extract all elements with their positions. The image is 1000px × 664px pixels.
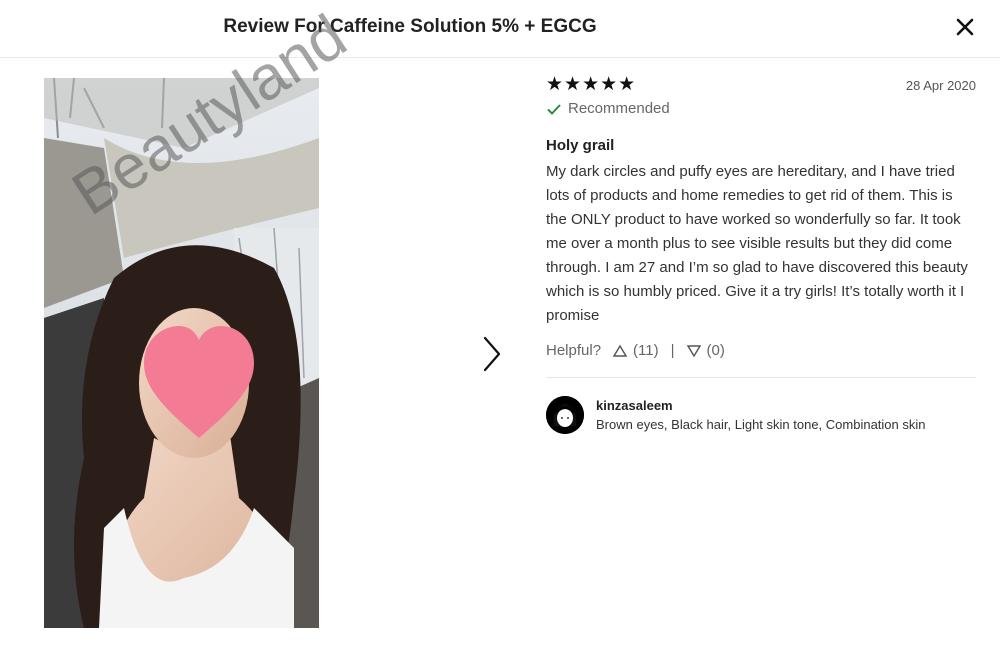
star-rating: ★★★★★ <box>546 74 637 95</box>
reviewer-traits: Brown eyes, Black hair, Light skin tone,… <box>596 417 926 432</box>
avatar-icon <box>546 396 584 434</box>
vote-separator: | <box>670 342 675 359</box>
downvote-button[interactable]: (0) <box>686 342 725 359</box>
recommended-label: Recommended <box>568 100 670 117</box>
review-body: My dark circles and puffy eyes are hered… <box>546 163 968 324</box>
divider <box>546 377 976 378</box>
reviewer-name[interactable]: kinzasaleem <box>596 398 926 413</box>
check-icon <box>547 103 561 115</box>
triangle-up-icon <box>613 344 628 357</box>
avatar[interactable] <box>546 396 584 434</box>
review-photo[interactable] <box>44 78 319 628</box>
review-panel: ★★★★★ 28 Apr 2020 Recommended Holy grail… <box>546 74 976 434</box>
review-date: 28 Apr 2020 <box>905 77 976 93</box>
downvote-count: (0) <box>706 342 725 359</box>
helpful-row: Helpful? (11) | (0) <box>546 342 976 359</box>
next-photo-button[interactable] <box>478 334 506 374</box>
reviewer-info: kinzasaleem Brown eyes, Black hair, Ligh… <box>546 396 976 434</box>
page-title: Review For Caffeine Solution 5% + EGCG <box>223 16 597 37</box>
close-icon <box>956 18 974 36</box>
helpful-label: Helpful? <box>546 342 602 359</box>
review-photo-image <box>44 78 319 628</box>
triangle-down-icon <box>686 344 701 357</box>
close-button[interactable] <box>952 14 978 40</box>
recommended-badge: Recommended <box>546 100 976 117</box>
chevron-right-icon <box>483 336 501 372</box>
review-title: Holy grail <box>546 137 615 154</box>
upvote-button[interactable]: (11) <box>613 342 659 359</box>
modal-header: Review For Caffeine Solution 5% + EGCG <box>0 0 1000 58</box>
upvote-count: (11) <box>633 342 659 359</box>
